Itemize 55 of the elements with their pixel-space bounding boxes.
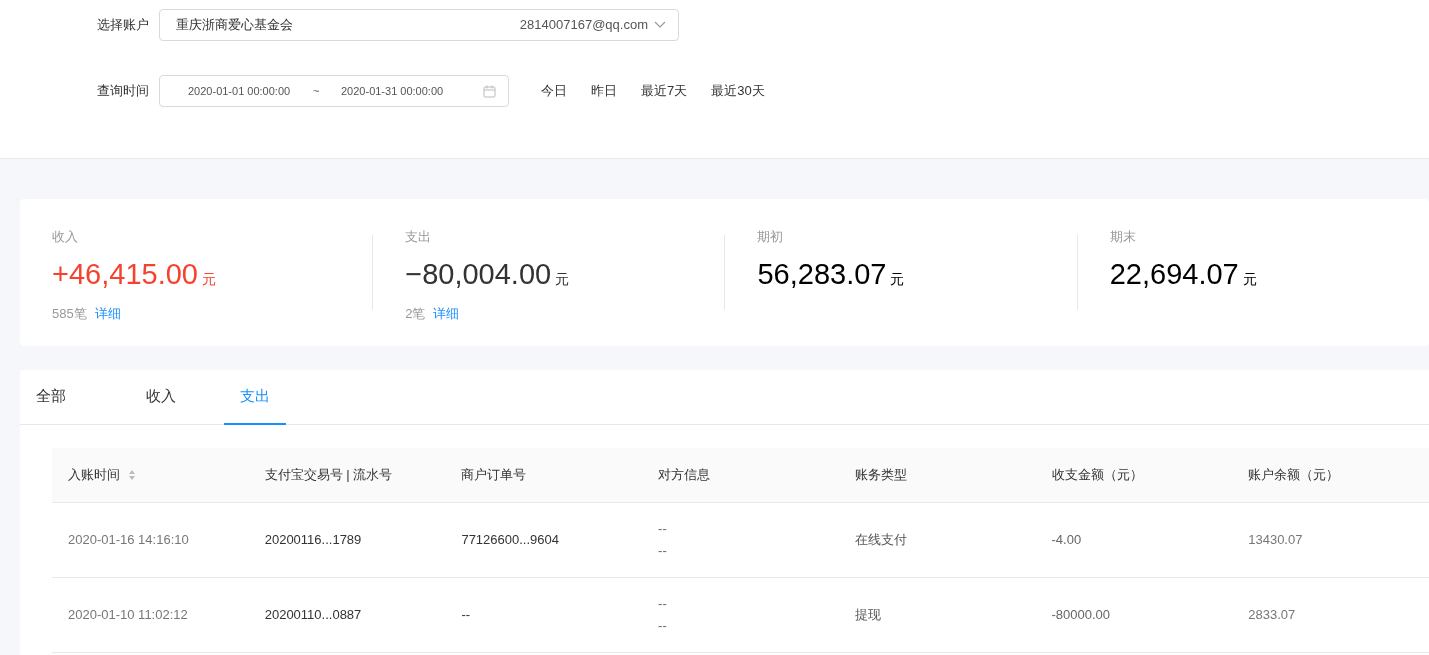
quick-range-button[interactable]: 今日: [541, 81, 567, 101]
quick-range-button[interactable]: 昨日: [591, 81, 617, 101]
end-date: 2020-01-31 00:00:00: [341, 83, 445, 99]
stat-label: 支出: [405, 228, 433, 246]
transaction-count: 585笔: [52, 305, 87, 323]
sort-icon[interactable]: [128, 468, 136, 481]
column-header: 账务类型: [854, 466, 907, 484]
transaction-count: 2笔: [405, 305, 426, 323]
chevron-down-icon: [654, 21, 666, 29]
table-cell: 20200116...1789: [264, 531, 362, 547]
column-header: 收支金额（元）: [1051, 466, 1143, 484]
table-cell-text: --: [658, 519, 668, 538]
table-cell-text: --: [658, 594, 668, 613]
account-select[interactable]: 重庆浙商爱心基金会 2814007167@qq.com: [159, 9, 679, 41]
table-cell: 2020-01-10 11:02:12: [68, 606, 188, 622]
table-cell: 2833.07: [1248, 606, 1296, 622]
stat-amount: −80,004.00: [405, 256, 552, 292]
stat-amount: 56,283.07: [757, 256, 887, 292]
table-cell-text: --: [658, 616, 668, 635]
calendar-icon: [483, 84, 496, 98]
field-label: 选择账户: [97, 16, 149, 35]
tab[interactable]: 全部: [20, 370, 82, 425]
currency-unit: 元: [201, 269, 216, 289]
start-date: 2020-01-01 00:00:00: [188, 83, 292, 99]
column-header: 商户订单号: [461, 466, 527, 484]
field-label: 查询时间: [97, 82, 149, 101]
account-email: 2814007167@qq.com: [519, 16, 648, 35]
column-header: 入账时间: [68, 466, 120, 484]
column-header: 支付宝交易号 | 流水号: [264, 466, 393, 484]
quick-range-button[interactable]: 最近7天: [641, 81, 688, 101]
range-separator: ~: [313, 83, 321, 99]
table-cell: 在线支付: [854, 531, 907, 547]
date-range-field[interactable]: 2020-01-01 00:00:00 ~ 2020-01-31 00:00:00: [159, 75, 509, 107]
currency-unit: 元: [555, 269, 570, 289]
account-name: 重庆浙商爱心基金会: [176, 16, 294, 35]
table-cell: 提现: [854, 606, 881, 622]
tab[interactable]: 收入: [130, 370, 192, 425]
column-header: 账户余额（元）: [1248, 466, 1340, 484]
currency-unit: 元: [890, 269, 905, 289]
table-cell: -80000.00: [1051, 606, 1111, 622]
stat-label: 期末: [1109, 228, 1137, 246]
table-cell: 20200110...0887: [264, 606, 362, 622]
table-cell: --: [461, 606, 471, 622]
table-cell-text: --: [658, 541, 668, 560]
stat-label: 期初: [757, 228, 785, 246]
table-cell: 2020-01-16 14:16:10: [68, 531, 189, 547]
table-cell: 77126600...9604: [461, 531, 559, 547]
table-cell: -4.00: [1051, 531, 1082, 547]
table-cell: 13430.07: [1248, 531, 1303, 547]
quick-range-button[interactable]: 最近30天: [711, 81, 765, 101]
stat-label: 收入: [52, 228, 79, 246]
column-header: 对方信息: [658, 466, 711, 484]
stat-amount: +46,415.00: [52, 256, 198, 292]
stat-amount: 22,694.07: [1109, 256, 1239, 292]
currency-unit: 元: [1242, 269, 1257, 289]
